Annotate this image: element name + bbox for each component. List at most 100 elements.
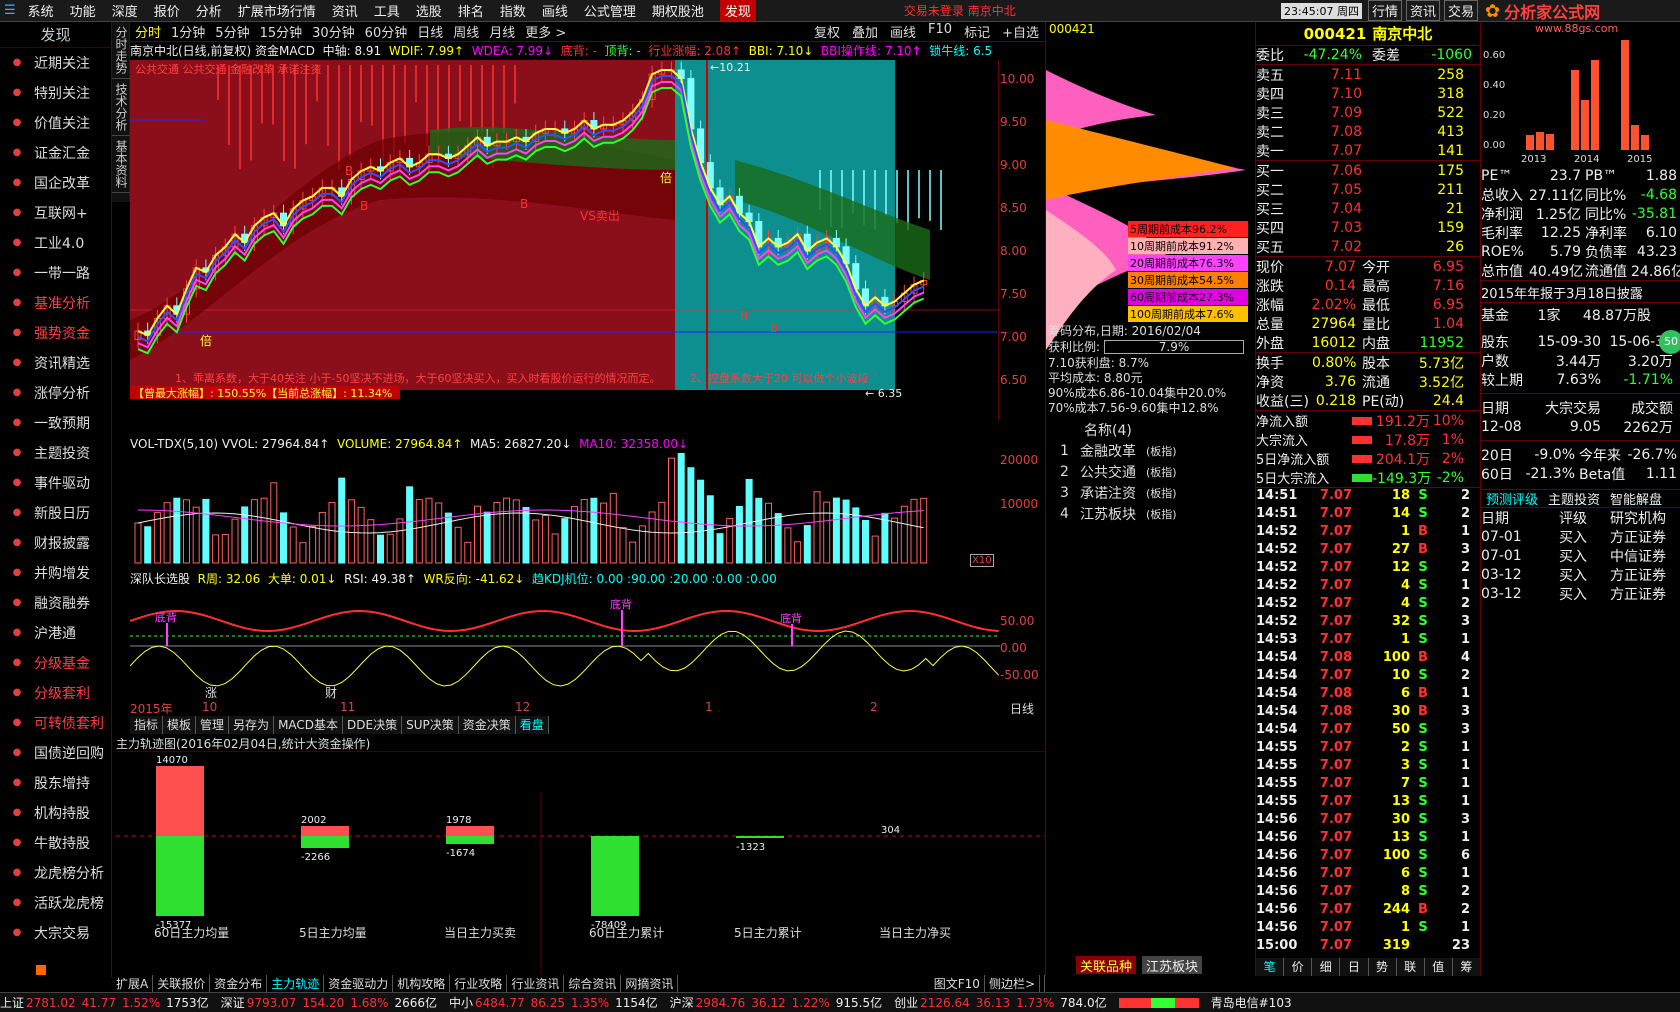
related-tab[interactable]: 江苏板块 [1142,956,1203,975]
quote-tab[interactable]: 势 [1369,958,1397,976]
sidebar-item[interactable]: ● 价值关注 [0,108,111,138]
sidebar-item[interactable]: ● 股东增持 [0,768,111,798]
chart-tool-button[interactable]: 复权 [814,22,840,41]
chart-tab[interactable]: 管理 [196,716,230,734]
quote-tab[interactable]: 价 [1284,958,1313,976]
period-tab[interactable]: 分时 [135,22,161,41]
quote-tab[interactable]: 联 [1397,958,1425,976]
bottom-tab[interactable]: 扩展A [112,974,154,992]
chart-tool-button[interactable]: 叠加 [852,22,878,41]
sidebar-item[interactable]: ● 机构持股 [0,798,111,828]
chart-tab[interactable]: DDE决策 [343,716,403,734]
chart-tool-button[interactable]: 标记 [964,22,990,41]
chart-tab[interactable]: SUP决策 [402,716,459,734]
fin-tab[interactable]: 预测评级 [1486,489,1538,508]
sidebar-item[interactable]: ● 互联网+ [0,198,111,228]
sidebar-item[interactable]: ● 主题投资 [0,438,111,468]
chart-tab[interactable]: 模板 [163,716,197,734]
sidebar-item[interactable]: ● 基准分析 [0,288,111,318]
vertical-tab[interactable]: 分时走势 [112,22,131,79]
related-item[interactable]: 1 金融改革 (板指) [1060,440,1177,461]
period-tab[interactable]: 更多 > [525,22,566,41]
period-tab[interactable]: 5分钟 [215,22,249,41]
sidebar-item[interactable]: ● 牛散持股 [0,828,111,858]
sidebar-item[interactable]: ● 一致预期 [0,408,111,438]
bottom-right-tab[interactable]: 图文F10 [930,974,985,992]
fin-tab[interactable]: 主题投资 [1548,489,1600,508]
scroll-indicator[interactable] [36,965,46,975]
sidebar-item[interactable]: ● 涨停分析 [0,378,111,408]
bottom-tab[interactable]: 行业攻略 [450,974,508,992]
sidebar-item[interactable]: ● 分级基金 [0,648,111,678]
menu-item[interactable]: 画线 [542,1,568,20]
chart-tab[interactable]: 资金决策 [458,716,516,734]
period-tab[interactable]: 60分钟 [365,22,408,41]
chart-tool-button[interactable]: 画线 [890,22,916,41]
top-right-menu[interactable]: 交易 [1443,0,1478,21]
sidebar-item[interactable]: ● 国债逆回购 [0,738,111,768]
bottom-tab[interactable]: 综合资讯 [564,974,622,992]
period-tab[interactable]: 周线 [453,22,479,41]
sidebar-item[interactable]: ● 沪港通 [0,618,111,648]
period-tab[interactable]: 1分钟 [171,22,205,41]
sidebar-item[interactable]: ● 分级套利 [0,678,111,708]
quote-tab[interactable]: 细 [1312,958,1341,976]
menu-item[interactable]: 扩展市场行情 [238,1,316,20]
bottom-right-tab[interactable]: 侧边栏> [985,974,1040,992]
quote-tab[interactable]: 日 [1340,958,1369,976]
sidebar-item[interactable]: ● 并购增发 [0,558,111,588]
bottom-tab[interactable]: 关联报价 [153,974,211,992]
sidebar-item[interactable]: ● 事件驱动 [0,468,111,498]
menu-item[interactable]: 深度 [112,1,138,20]
bottom-tab[interactable]: 资金分布 [210,974,268,992]
sidebar-item[interactable]: ● 融资融券 [0,588,111,618]
index-name[interactable]: 中小 [449,994,473,1011]
menu-item[interactable]: 公式管理 [584,1,636,20]
chart-tab[interactable]: 指标 [130,716,164,734]
quote-tab[interactable]: 值 [1425,958,1453,976]
period-tab[interactable]: 月线 [489,22,515,41]
sidebar-item[interactable]: ● 近期关注 [0,48,111,78]
menu-item[interactable]: 报价 [154,1,180,20]
bottom-tab[interactable]: 主力轨迹 [267,974,325,992]
volume-chart[interactable] [130,453,1045,569]
sidebar-item[interactable]: ● 资讯精选 [0,348,111,378]
bottom-tab[interactable]: 资金驱动力 [324,974,394,992]
related-tab[interactable]: 关联品种 [1076,956,1137,975]
indicator-chart[interactable]: 底背底背底背 [130,586,1045,700]
sidebar-item[interactable]: ● 工业4.0 [0,228,111,258]
sidebar-item[interactable]: ● 一带一路 [0,258,111,288]
sidebar-item[interactable]: ● 财报披露 [0,528,111,558]
period-tab[interactable]: 日线 [417,22,443,41]
menu-item[interactable]: 资讯 [332,1,358,20]
sidebar-item[interactable]: ● 大宗交易 [0,918,111,948]
sidebar-item[interactable]: ● 强势资金 [0,318,111,348]
sidebar-item[interactable]: ● 可转债套利 [0,708,111,738]
bottom-tab[interactable]: 机构攻略 [393,974,451,992]
fin-tab[interactable]: 智能解盘 [1610,489,1662,508]
sidebar-item[interactable]: ● 国企改革 [0,168,111,198]
menu-item[interactable]: 排名 [458,1,484,20]
chart-tab[interactable]: 看盘 [515,716,549,734]
vertical-tab[interactable]: 技术分析 [112,79,131,136]
index-name[interactable]: 创业 [894,994,918,1011]
period-tab[interactable]: 30分钟 [312,22,355,41]
index-name[interactable]: 上证 [0,994,24,1011]
related-item[interactable]: 2 公共交通 (板指) [1060,461,1177,482]
menu-item[interactable]: 功能 [70,1,96,20]
chart-tool-button[interactable]: F10 [928,22,952,41]
index-name[interactable]: 沪深 [670,994,694,1011]
index-name[interactable]: 深证 [221,994,245,1011]
top-right-menu[interactable]: 行情 [1367,0,1402,21]
menu-item[interactable]: 指数 [500,1,526,20]
sidebar-item[interactable]: ● 特别关注 [0,78,111,108]
bottom-tab[interactable]: 网摘资讯 [621,974,679,992]
sidebar-item[interactable]: ● 新股日历 [0,498,111,528]
quote-tab[interactable]: 笔 [1256,958,1285,976]
related-item[interactable]: 4 江苏板块 (板指) [1060,503,1177,524]
menu-item[interactable]: 分析 [196,1,222,20]
menu-item[interactable]: 系统 [28,1,54,20]
quote-tab[interactable]: 筹 [1453,958,1481,976]
menu-item[interactable]: 工具 [374,1,400,20]
related-item[interactable]: 3 承诺注资 (板指) [1060,482,1177,503]
